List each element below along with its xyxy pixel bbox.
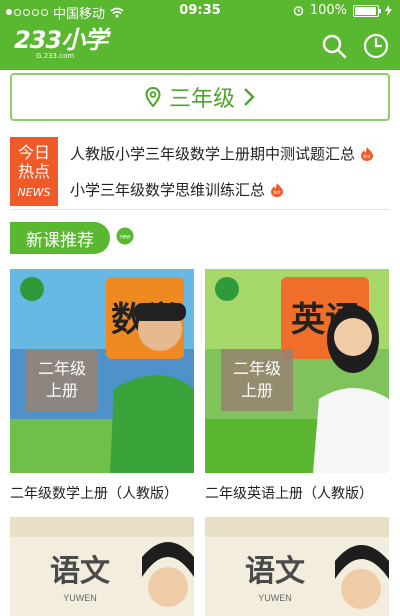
svg-text:YUWEN: YUWEN	[63, 593, 97, 603]
logo[interactable]: 233小学 G.233.com	[14, 26, 108, 60]
course-title: 二年级数学上册（人教版）	[10, 486, 178, 502]
course-grade-line2: 上册	[240, 381, 273, 400]
svg-text:语文: 语文	[50, 554, 110, 589]
new-badge-icon: new	[116, 227, 134, 245]
search-icon[interactable]	[320, 32, 348, 60]
svg-text:YUWEN: YUWEN	[258, 593, 292, 603]
chevron-right-icon	[244, 88, 255, 106]
news-badge-line1: 今日	[17, 143, 50, 162]
course-card[interactable]: 语文 YUWEN	[205, 517, 389, 616]
svg-text:hot: hot	[274, 190, 282, 196]
battery-percent: 100%	[309, 3, 347, 18]
location-pin-icon	[145, 87, 161, 107]
status-bar: 中国移动 09:35 100%	[0, 0, 400, 22]
news-item-title: 小学三年级数学思维训练汇总	[70, 181, 266, 199]
news-badge-en: NEWS	[17, 186, 51, 199]
course-card[interactable]: 语文 YUWEN	[10, 517, 194, 616]
course-grade-line2: 上册	[45, 381, 78, 400]
hot-icon: hot	[361, 146, 374, 161]
course-card[interactable]: 英语 二年级 上册 二年级英语上册（人教版）	[205, 269, 389, 503]
course-grade-line1: 二年级	[37, 359, 86, 378]
clock-icon[interactable]	[362, 32, 390, 60]
course-cover-image: 语文 YUWEN	[10, 517, 194, 616]
course-cover-image: 语文 YUWEN	[205, 517, 389, 616]
grade-label: 三年级	[168, 87, 235, 112]
svg-text:语文: 语文	[245, 554, 305, 589]
logo-text: 233小学	[14, 26, 108, 54]
hot-icon: hot	[271, 182, 284, 197]
course-grade-line1: 二年级	[232, 359, 281, 378]
app-bar: 233小学 G.233.com	[0, 22, 400, 70]
course-card[interactable]: 数学 二年级 上册 二年级数学上册（人教版）	[10, 269, 194, 503]
section-title-new-courses: 新课推荐	[10, 222, 110, 254]
battery-icon	[353, 4, 381, 17]
news-badge: 今日 热点 NEWS	[10, 137, 58, 206]
course-grade-overlay: 二年级 上册	[26, 349, 98, 411]
news-item-title: 人教版小学三年级数学上册期中测试题汇总	[70, 145, 356, 163]
alarm-icon	[293, 6, 304, 16]
news-badge-line2: 热点	[17, 162, 50, 181]
course-thumbnail: 数学 二年级 上册	[10, 269, 194, 473]
svg-text:new: new	[119, 235, 131, 241]
course-thumbnail: 英语 二年级 上册	[205, 269, 389, 473]
charging-icon	[385, 5, 392, 16]
news-item[interactable]: 人教版小学三年级数学上册期中测试题汇总 hot	[70, 143, 375, 164]
svg-text:hot: hot	[364, 154, 372, 160]
grade-selector[interactable]: 三年级	[10, 73, 390, 121]
course-grade-overlay: 二年级 上册	[221, 349, 293, 411]
news-item[interactable]: 小学三年级数学思维训练汇总 hot	[70, 179, 285, 200]
course-title: 二年级英语上册（人教版）	[205, 486, 373, 502]
status-right: 100%	[293, 3, 392, 18]
news-section: 今日 热点 NEWS 人教版小学三年级数学上册期中测试题汇总 hot 小学三年级…	[10, 137, 390, 210]
